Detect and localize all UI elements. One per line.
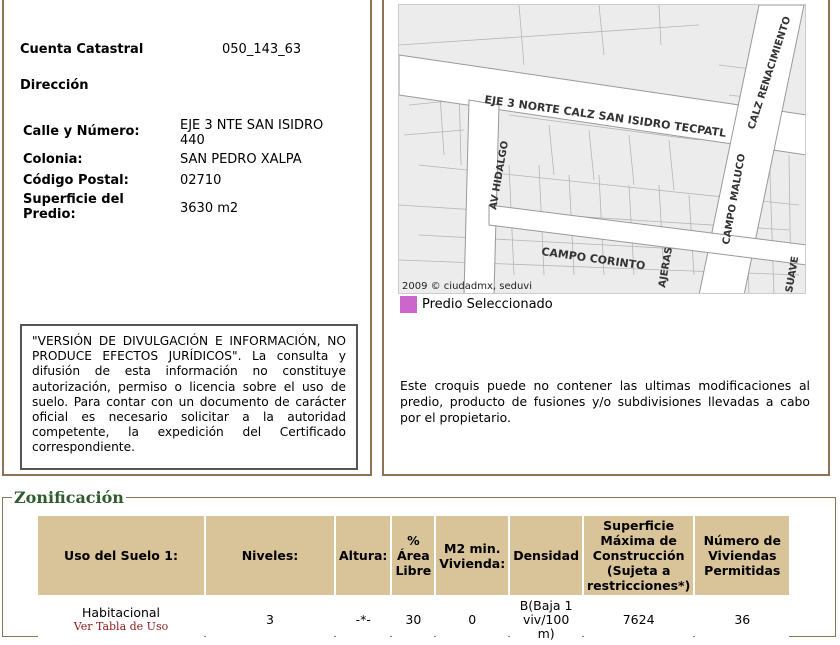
map-panel: EJE 3 NORTE CALZ SAN ISIDRO TECPATL CALZ…	[382, 0, 830, 476]
cell-niveles: 3	[206, 597, 334, 643]
codigo-postal-value: 02710	[180, 173, 222, 188]
header-niveles: Niveles:	[206, 516, 334, 595]
header-numero-viviendas: Número de Viviendas Permitidas	[695, 516, 790, 595]
map-note: Este croquis puede no contener las ultim…	[400, 378, 810, 425]
ver-tabla-uso-link[interactable]: Ver Tabla de Uso	[41, 620, 201, 634]
uso-value: Habitacional	[81, 605, 161, 620]
table-header-row: Uso del Suelo 1: Niveles: Altura: % Área…	[38, 516, 790, 595]
property-info-panel: Cuenta Catastral 050_143_63 Dirección Ca…	[2, 0, 372, 476]
superficie-label: Superficie del Predio:	[23, 192, 124, 222]
header-uso: Uso del Suelo 1:	[38, 516, 204, 595]
superficie-value: 3630 m2	[180, 201, 239, 216]
header-densidad: Densidad	[510, 516, 583, 595]
header-superficie-maxima: Superficie Máxima de Construcción (Sujet…	[584, 516, 694, 595]
disclaimer-box: "VERSIÓN DE DIVULGACIÓN E INFORMACIÓN, N…	[20, 324, 358, 470]
cell-m2-min: 0	[436, 597, 509, 643]
cell-viviendas: 36	[695, 597, 790, 643]
cell-densidad: B(Baja 1 viv/100 m)	[510, 597, 583, 643]
codigo-postal-label: Código Postal:	[23, 173, 129, 188]
calle-value: EJE 3 NTE SAN ISIDRO 440	[180, 118, 324, 148]
colonia-value: SAN PEDRO XALPA	[180, 152, 302, 167]
legend-label: Predio Seleccionado	[422, 297, 553, 312]
header-area-libre: % Área Libre	[392, 516, 435, 595]
table-row: Habitacional Ver Tabla de Uso 3 -*- 30 0…	[38, 597, 790, 643]
direccion-label: Dirección	[20, 78, 89, 93]
cell-uso: Habitacional Ver Tabla de Uso	[38, 597, 204, 643]
colonia-label: Colonia:	[23, 152, 83, 167]
cell-area-libre: 30	[392, 597, 435, 643]
legend-swatch	[400, 296, 417, 313]
cuenta-catastral-value: 050_143_63	[222, 42, 302, 57]
zonificacion-title: Zonificación	[12, 488, 126, 507]
cuenta-catastral-label: Cuenta Catastral	[20, 42, 144, 57]
zonificacion-table: Uso del Suelo 1: Niveles: Altura: % Área…	[36, 514, 791, 645]
header-altura: Altura:	[336, 516, 391, 595]
location-map[interactable]: EJE 3 NORTE CALZ SAN ISIDRO TECPATL CALZ…	[398, 4, 806, 294]
map-credit: 2009 © ciudadmx, seduvi	[402, 281, 532, 292]
calle-label: Calle y Número:	[23, 124, 140, 139]
header-m2-min: M2 min. Vivienda:	[436, 516, 509, 595]
cell-altura: -*-	[336, 597, 391, 643]
cell-superficie: 7624	[584, 597, 694, 643]
